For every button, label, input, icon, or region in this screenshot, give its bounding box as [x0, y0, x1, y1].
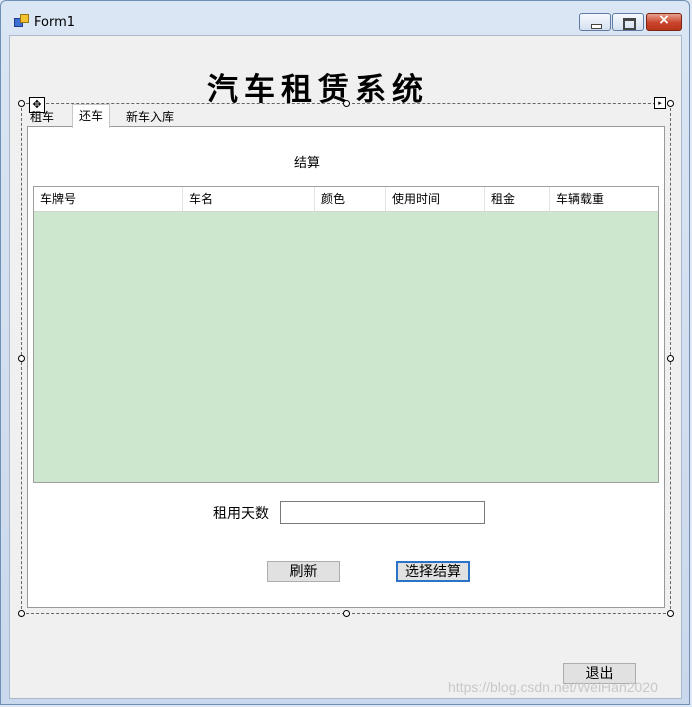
column-header-plate[interactable]: 车牌号: [34, 187, 183, 211]
select-settle-button[interactable]: 选择结算: [396, 561, 470, 582]
app-icon: [14, 14, 29, 28]
grid-header: 车牌号 车名 颜色 使用时间 租金 车辆载重: [34, 187, 658, 212]
settle-label: 结算: [294, 155, 321, 170]
resize-handle[interactable]: [18, 100, 25, 107]
maximize-button[interactable]: [612, 13, 644, 31]
resize-handle[interactable]: [667, 610, 674, 617]
smart-tag-icon[interactable]: ▸: [654, 97, 666, 109]
rental-days-label: 租用天数: [213, 505, 269, 521]
minimize-button[interactable]: [579, 13, 611, 31]
rental-days-input[interactable]: [280, 501, 485, 524]
resize-handle[interactable]: [343, 100, 350, 107]
resize-handle[interactable]: [667, 355, 674, 362]
window-title: Form1: [34, 15, 76, 30]
resize-handle[interactable]: [343, 610, 350, 617]
tab-new-car[interactable]: 新车入库: [120, 108, 180, 126]
close-icon: ×: [658, 12, 670, 28]
column-header-load[interactable]: 车辆载重: [550, 187, 658, 211]
refresh-button[interactable]: 刷新: [267, 561, 340, 582]
watermark: https://blog.csdn.net/WeiHan2020: [448, 679, 658, 695]
title-bar[interactable]: Form1 ×: [1, 1, 689, 33]
column-header-rent[interactable]: 租金: [485, 187, 550, 211]
tab-rent[interactable]: 租车: [24, 108, 60, 126]
column-header-color[interactable]: 颜色: [315, 187, 386, 211]
column-header-name[interactable]: 车名: [183, 187, 315, 211]
resize-handle[interactable]: [667, 100, 674, 107]
resize-handle[interactable]: [18, 355, 25, 362]
close-button[interactable]: ×: [646, 12, 682, 31]
resize-handle[interactable]: [18, 610, 25, 617]
column-header-usage-time[interactable]: 使用时间: [386, 187, 485, 211]
tab-return[interactable]: 还车: [72, 104, 111, 128]
return-data-grid[interactable]: 车牌号 车名 颜色 使用时间 租金 车辆载重: [33, 186, 659, 483]
